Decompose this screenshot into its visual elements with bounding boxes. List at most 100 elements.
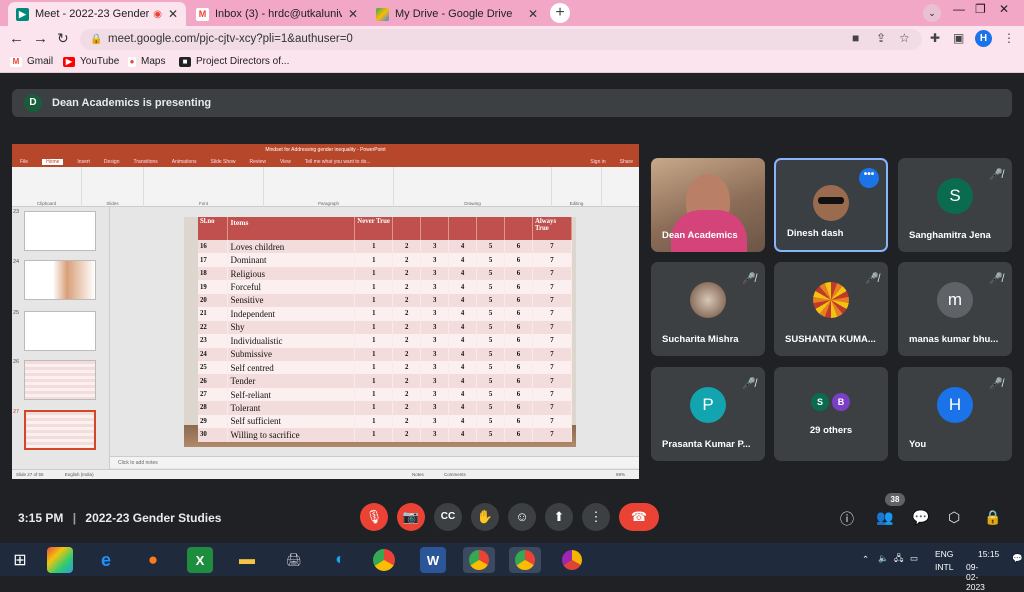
bookmark-maps[interactable]: ● Maps	[128, 56, 165, 67]
address-bar[interactable]: 🔒 meet.google.com/pjc-cjtv-xcy?pli=1&aut…	[80, 29, 922, 50]
windows-start-icon[interactable]: ⊞	[7, 547, 33, 573]
printer-icon[interactable]: 🖨	[281, 547, 307, 573]
close-tab-icon[interactable]: ✕	[528, 7, 538, 21]
activities-icon[interactable]: ⬡	[948, 509, 960, 526]
close-tab-icon[interactable]: ✕	[348, 7, 358, 21]
excel-icon[interactable]: X	[187, 547, 213, 573]
scale-value: 6	[504, 347, 533, 361]
scale-value: 1	[354, 280, 394, 294]
scale-value: 4	[448, 266, 478, 281]
ribbon-group-editing: Editing	[552, 167, 602, 207]
tab-drive[interactable]: My Drive - Google Drive ✕	[368, 2, 546, 26]
item-name: Tolerant	[227, 401, 356, 415]
participant-tile-sanghamitra-jena[interactable]: 🎤̸ S Sanghamitra Jena	[898, 158, 1012, 252]
item-name: Dominant	[227, 253, 356, 267]
participant-tile-manas-kumar[interactable]: 🎤̸ m manas kumar bhu...	[898, 262, 1012, 356]
tray-date[interactable]: 09-02-2023	[966, 562, 985, 592]
share-icon[interactable]: ⇪	[876, 31, 886, 45]
scale-value: 3	[420, 280, 450, 294]
bookmark-gmail[interactable]: M Gmail	[10, 56, 53, 67]
site-favicon-icon: ■	[179, 56, 191, 67]
bookmark-project-directors[interactable]: ■ Project Directors of...	[179, 56, 289, 67]
leave-call-button[interactable]: ☎	[619, 503, 659, 531]
restore-icon[interactable]: ❐	[975, 2, 986, 16]
close-window-icon[interactable]: ✕	[999, 2, 1009, 16]
status-comments: Comments	[444, 472, 466, 477]
extensions-icon[interactable]: ✚	[930, 31, 940, 45]
participant-photo	[690, 282, 726, 318]
bookmark-youtube[interactable]: ▶ YouTube	[63, 56, 119, 67]
table-row: 16 Loves children 1 2 3 4 5 6 7	[198, 240, 573, 254]
present-screen-button[interactable]: ⬆	[545, 503, 573, 531]
file-explorer-icon[interactable]: ▬	[234, 547, 260, 573]
chrome-icon[interactable]	[373, 549, 395, 571]
camera-icon[interactable]: ■	[852, 31, 859, 45]
meeting-details-icon[interactable]: ⓘ	[840, 509, 854, 529]
participant-tile-dean-academics[interactable]: Dean Academics	[651, 158, 765, 252]
network-icon[interactable]: 🖧	[894, 553, 903, 567]
participant-name: manas kumar bhu...	[909, 334, 999, 345]
scale-value: 7	[532, 307, 573, 321]
header-always-true: Always True	[532, 217, 573, 240]
more-options-icon[interactable]: •••	[859, 168, 879, 188]
word-icon[interactable]: W	[420, 547, 446, 573]
chrome-canary-icon[interactable]	[556, 547, 588, 573]
new-tab-button[interactable]: +	[550, 3, 570, 23]
chrome-active-icon[interactable]	[463, 547, 495, 573]
app-icon[interactable]	[47, 547, 73, 573]
participant-tile-dinesh-dash[interactable]: ••• Dinesh dash	[774, 158, 888, 252]
close-tab-icon[interactable]: ✕	[168, 7, 178, 21]
participant-tile-prasanta-kumar[interactable]: 🎤̸ P Prasanta Kumar P...	[651, 367, 765, 461]
people-icon[interactable]: 👥	[876, 509, 893, 526]
tab-meet[interactable]: ▶ Meet - 2022-23 Gender Studi ◉ ✕	[8, 2, 186, 26]
scale-value: 5	[476, 360, 505, 375]
menu-dots-icon[interactable]: ⋮	[1003, 31, 1015, 45]
bookmark-star-icon[interactable]: ☆	[899, 31, 910, 45]
url-text: meet.google.com/pjc-cjtv-xcy?pli=1&authu…	[108, 33, 353, 45]
notifications-icon[interactable]: 💬	[1012, 553, 1023, 564]
mic-muted-icon: 🎤̸	[989, 378, 1003, 390]
profile-avatar[interactable]: H	[975, 30, 992, 47]
scale-value: 3	[420, 293, 450, 308]
input-language[interactable]: ENG	[935, 549, 953, 559]
scale-value: 2	[392, 360, 422, 375]
participant-avatar: m	[937, 282, 973, 318]
minimize-icon[interactable]: —	[953, 2, 965, 16]
scale-value: 5	[476, 253, 505, 267]
host-controls-icon[interactable]: 🔒	[984, 509, 1001, 526]
battery-icon[interactable]: ▭	[910, 553, 918, 564]
back-icon[interactable]: ←	[9, 30, 24, 47]
tab-title: Inbox (3) - hrdc@utkaluniversity.	[215, 8, 342, 20]
input-region[interactable]: INTL	[935, 562, 953, 572]
chrome-window-icon[interactable]	[509, 547, 541, 573]
tab-search-chevron-icon[interactable]: ⌄	[923, 4, 941, 22]
emoji-reactions-button[interactable]: ☺	[508, 503, 536, 531]
reload-icon[interactable]: ↻	[57, 30, 69, 47]
volume-icon[interactable]: 🔈	[878, 553, 889, 564]
tray-time[interactable]: 15:15	[978, 549, 999, 559]
side-panel-icon[interactable]: ▣	[953, 31, 964, 45]
group-label: Slides	[106, 201, 119, 206]
participant-tile-sucharita-mishra[interactable]: 🎤̸ Sucharita Mishra	[651, 262, 765, 356]
mic-off-button[interactable]: 🎙	[360, 503, 388, 531]
scale-value: 5	[476, 307, 505, 321]
more-options-button[interactable]: ⋮	[582, 503, 610, 531]
participant-tile-others[interactable]: S B 29 others	[774, 367, 888, 461]
tab-inbox[interactable]: M Inbox (3) - hrdc@utkaluniversity. ✕	[188, 2, 366, 26]
camera-off-button[interactable]: 📷	[397, 503, 425, 531]
raise-hand-button[interactable]: ✋	[471, 503, 499, 531]
participant-tile-sushanta-kuma[interactable]: 🎤̸ SUSHANTA KUMA...	[774, 262, 888, 356]
row-number: 24	[198, 347, 229, 361]
firefox-icon[interactable]: ●	[140, 547, 166, 573]
chat-icon[interactable]: 💬	[912, 509, 929, 526]
edge-icon[interactable]: ◐	[327, 547, 353, 573]
status-notes: Notes	[412, 472, 424, 477]
internet-explorer-icon[interactable]: e	[93, 547, 119, 573]
forward-icon[interactable]: →	[33, 30, 48, 47]
participant-tile-you[interactable]: 🎤̸ H You	[898, 367, 1012, 461]
scale-value: 2	[392, 401, 422, 415]
captions-button[interactable]: CC	[434, 503, 462, 531]
tray-chevron-icon[interactable]: ⌃	[862, 554, 869, 565]
scale-value: 7	[532, 374, 573, 388]
scale-value: 7	[532, 414, 573, 429]
